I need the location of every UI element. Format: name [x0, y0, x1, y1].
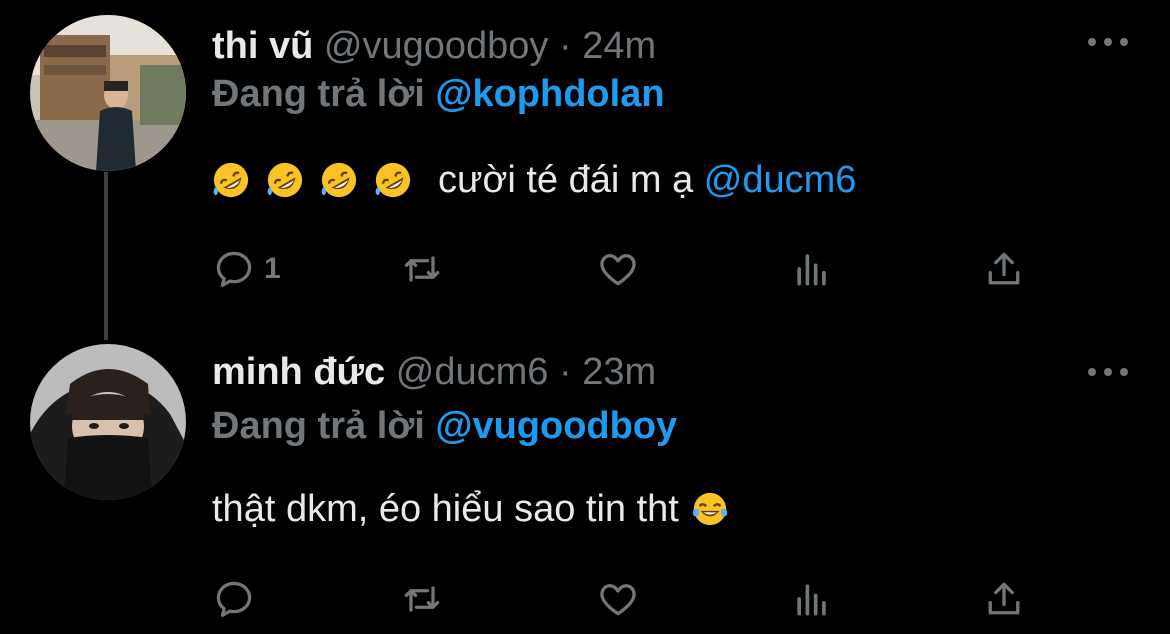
tweet-actions: [212, 574, 1032, 624]
tweet[interactable]: minh đức @ducm6 · 23m Đang trả lời @vugo…: [0, 340, 1170, 634]
more-icon[interactable]: [1088, 364, 1128, 380]
share-button[interactable]: [982, 244, 1026, 294]
reply-button[interactable]: 1: [212, 244, 281, 294]
display-name[interactable]: minh đức: [212, 351, 385, 393]
tweet-body-text: thật dkm, éo hiểu sao tin tht: [212, 488, 679, 530]
share-icon: [988, 252, 1020, 285]
rolling-laughing-emoji-icon: [267, 162, 303, 198]
tears-of-joy-emoji-icon: [692, 492, 727, 526]
separator: ·: [558, 25, 572, 67]
avatar[interactable]: [30, 344, 186, 500]
tweet-text: cười té đái m ạ @ducm6: [212, 157, 856, 203]
reply-icon: [216, 251, 252, 287]
reply-count: 1: [264, 252, 281, 285]
reply-icon: [216, 581, 252, 617]
replying-to-mention[interactable]: @vugoodboy: [435, 405, 677, 447]
like-icon: [600, 584, 636, 616]
replying-to-mention[interactable]: @kophdolan: [435, 73, 664, 115]
separator: ·: [558, 351, 572, 393]
views-icon: [797, 584, 826, 616]
views-icon: [797, 254, 826, 286]
handle[interactable]: @vugoodboy: [324, 25, 549, 67]
tweet[interactable]: thi vũ @vugoodboy · 24m Đang trả lời @ko…: [0, 0, 1170, 340]
tweet-body-text: cười té đái m ạ: [438, 159, 694, 201]
like-button[interactable]: [596, 574, 640, 624]
avatar[interactable]: [30, 15, 186, 171]
tweet-header: minh đức @ducm6 · 23m: [212, 350, 656, 394]
tweet-text: thật dkm, éo hiểu sao tin tht: [212, 486, 729, 532]
handle[interactable]: @ducm6: [396, 351, 549, 393]
replying-to-label: Đang trả lời: [212, 73, 425, 115]
rolling-laughing-emoji-icon: [321, 162, 357, 198]
tweet-header: thi vũ @vugoodboy · 24m: [212, 24, 656, 68]
retweet-icon: [404, 586, 440, 612]
body-mention[interactable]: @ducm6: [704, 157, 857, 203]
rolling-laughing-emoji-icon: [213, 162, 249, 198]
replying-to: Đang trả lời @kophdolan: [212, 72, 665, 116]
rolling-laughing-emoji-icon: [375, 162, 411, 198]
retweet-button[interactable]: [400, 244, 444, 294]
views-button[interactable]: [790, 244, 834, 294]
timestamp[interactable]: 23m: [582, 351, 656, 393]
replying-to-label: Đang trả lời: [212, 405, 425, 447]
views-button[interactable]: [790, 574, 834, 624]
retweet-icon: [404, 256, 440, 282]
share-button[interactable]: [982, 574, 1026, 624]
display-name[interactable]: thi vũ: [212, 25, 313, 67]
tweet-actions: 1: [212, 244, 1032, 294]
more-icon[interactable]: [1088, 34, 1128, 50]
share-icon: [988, 582, 1020, 615]
retweet-button[interactable]: [400, 574, 444, 624]
reply-button[interactable]: [212, 574, 264, 624]
like-button[interactable]: [596, 244, 640, 294]
replying-to: Đang trả lời @vugoodboy: [212, 404, 677, 448]
like-icon: [600, 254, 636, 286]
timestamp[interactable]: 24m: [582, 25, 656, 67]
